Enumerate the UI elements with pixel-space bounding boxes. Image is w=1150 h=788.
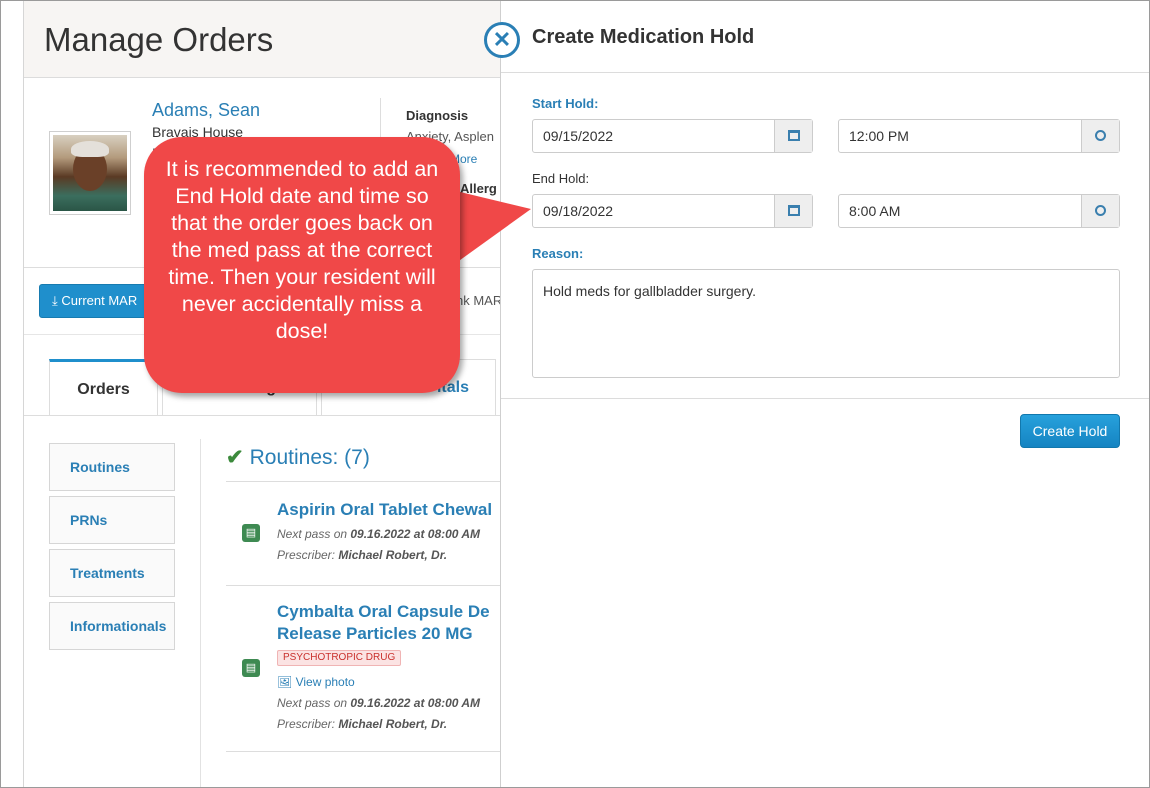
allergies-label: Allerg — [460, 181, 497, 196]
screenshot-frame: Manage Orders Adams, Sean Bravais House … — [0, 0, 1150, 788]
content-divider — [200, 439, 201, 787]
end-time-field[interactable] — [838, 194, 1120, 228]
prescriber-prefix: Prescriber: — [277, 717, 339, 731]
reason-label: Reason: — [532, 246, 584, 261]
calendar-icon[interactable] — [774, 195, 812, 227]
next-pass-prefix: Next pass on — [277, 696, 351, 710]
check-icon: ✔ — [226, 446, 244, 469]
tab-bar-line — [24, 415, 501, 416]
view-photo-link[interactable]: 🖼 View photo — [277, 675, 355, 689]
create-medication-hold-panel: ✕ Create Medication Hold Start Hold: End… — [484, 1, 1149, 787]
end-date-field[interactable] — [532, 194, 813, 228]
medication-book-icon: ▤ — [242, 659, 260, 677]
calendar-icon[interactable] — [774, 120, 812, 152]
allergies-value: ydrocc — [460, 202, 499, 217]
end-date-input[interactable] — [533, 195, 773, 227]
sidebar-item-informationals[interactable]: Informationals — [49, 602, 175, 650]
sidebar-item-label: Informationals — [70, 618, 167, 634]
psychotropic-badge: PSYCHOTROPIC DRUG — [277, 650, 402, 666]
medication-book-icon: ▤ — [242, 524, 260, 542]
start-time-field[interactable] — [838, 119, 1120, 153]
tab-orders[interactable]: Orders — [49, 359, 158, 415]
panel-title: Create Medication Hold — [532, 26, 755, 48]
current-mar-label: Current MAR — [61, 293, 138, 308]
start-time-input[interactable] — [839, 120, 1079, 152]
order-prescriber: Prescriber: Michael Robert, Dr. — [277, 717, 447, 731]
list-separator — [226, 481, 501, 482]
tip-callout: It is recommended to add an End Hold dat… — [144, 137, 460, 393]
panel-header: ✕ Create Medication Hold — [484, 1, 1149, 73]
clock-icon[interactable] — [1081, 195, 1119, 227]
prescriber-value: Michael Robert, Dr. — [338, 548, 448, 562]
sidebar-item-routines[interactable]: Routines — [49, 443, 175, 491]
order-next-pass: Next pass on 09.16.2022 at 08:00 AM — [277, 696, 480, 710]
end-time-input[interactable] — [839, 195, 1079, 227]
order-title-aspirin[interactable]: Aspirin Oral Tablet Chewal — [277, 500, 492, 520]
end-hold-label: End Hold: — [532, 171, 590, 186]
next-pass-prefix: Next pass on — [277, 527, 351, 541]
routines-heading: ✔ Routines: (7) — [226, 445, 370, 470]
callout-text: It is recommended to add an End Hold dat… — [165, 157, 439, 343]
blank-mar-link[interactable]: nk MAR — [456, 293, 501, 308]
page-title: Manage Orders — [44, 21, 274, 58]
sidebar-item-label: Routines — [70, 459, 130, 475]
patient-photo — [53, 135, 127, 211]
sidebar-item-label: PRNs — [70, 512, 108, 528]
routines-heading-text: Routines: (7) — [249, 446, 370, 469]
tab-orders-label: Orders — [77, 381, 130, 398]
manage-orders-page: Manage Orders Adams, Sean Bravais House … — [23, 1, 501, 787]
view-photo-label: View photo — [295, 675, 355, 689]
start-date-field[interactable] — [532, 119, 813, 153]
order-next-pass: Next pass on 09.16.2022 at 08:00 AM — [277, 527, 480, 541]
start-date-input[interactable] — [533, 120, 773, 152]
next-pass-value: 09.16.2022 at 08:00 AM — [350, 527, 481, 541]
close-icon[interactable]: ✕ — [484, 22, 520, 58]
next-pass-value: 09.16.2022 at 08:00 AM — [350, 696, 481, 710]
panel-footer-divider — [501, 398, 1149, 399]
avatar — [49, 131, 131, 215]
start-hold-label: Start Hold: — [532, 96, 599, 111]
reason-textarea[interactable]: Hold meds for gallbladder surgery. — [532, 269, 1120, 378]
patient-hair — [71, 141, 109, 157]
clock-icon[interactable] — [1081, 120, 1119, 152]
order-title-cymbalta-line2[interactable]: Release Particles 20 MG — [277, 624, 473, 644]
list-separator — [226, 585, 501, 586]
order-prescriber: Prescriber: Michael Robert, Dr. — [277, 548, 447, 562]
image-icon: 🖼 — [277, 675, 293, 689]
list-separator — [226, 751, 501, 752]
patient-name-link[interactable]: Adams, Sean — [152, 100, 260, 121]
sidebar-item-label: Treatments — [70, 565, 145, 581]
sidebar-item-prns[interactable]: PRNs — [49, 496, 175, 544]
prescriber-prefix: Prescriber: — [277, 548, 339, 562]
order-title-cymbalta-line1[interactable]: Cymbalta Oral Capsule De — [277, 602, 490, 622]
page-header: Manage Orders — [24, 1, 501, 78]
diagnosis-label: Diagnosis — [406, 108, 469, 123]
create-hold-button[interactable]: Create Hold — [1020, 414, 1120, 448]
prescriber-value: Michael Robert, Dr. — [338, 717, 448, 731]
sidebar-item-treatments[interactable]: Treatments — [49, 549, 175, 597]
download-icon: ⤓ — [52, 293, 58, 308]
